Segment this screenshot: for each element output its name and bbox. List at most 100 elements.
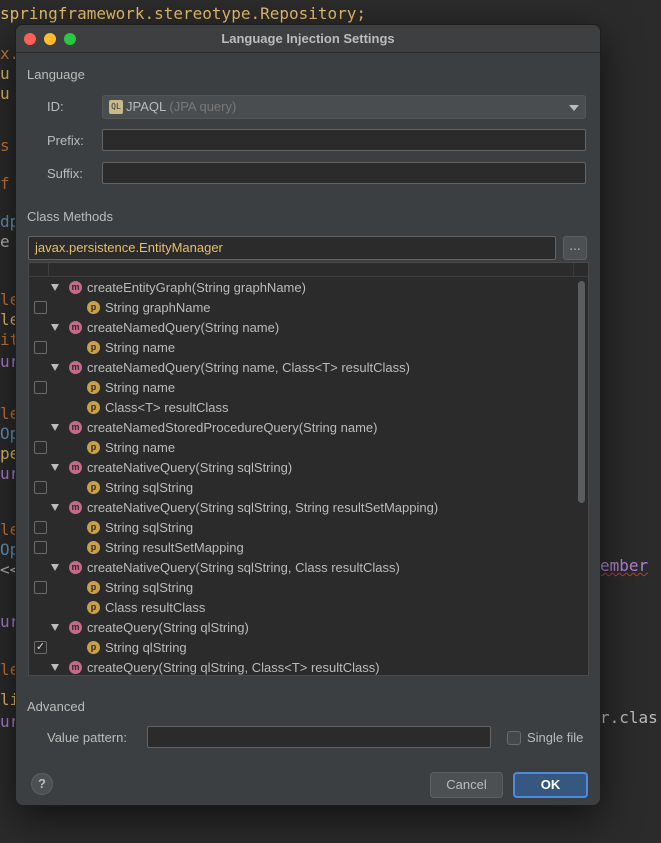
parameter-icon: p — [87, 641, 100, 654]
method-icon: m — [69, 661, 82, 674]
tree-param-row[interactable]: p Class<T> resultClass — [29, 398, 574, 418]
parameter-icon: p — [87, 601, 100, 614]
parameter-icon: p — [87, 341, 100, 354]
advanced-section-label: Advanced — [27, 699, 85, 714]
tree-method-row[interactable]: m createQuery(String qlString) — [29, 618, 574, 638]
editor-member-fragment: ember — [600, 556, 649, 575]
parameter-name: String resultSetMapping — [105, 540, 244, 555]
jpa-icon: QL — [109, 100, 123, 114]
parameter-name: String name — [105, 340, 176, 355]
prefix-field[interactable] — [102, 129, 586, 151]
parameter-name: Class resultClass — [105, 600, 206, 615]
method-signature: createQuery(String qlString) — [87, 620, 249, 635]
editor-gutter-fragment: s — [0, 136, 10, 155]
class-methods-section-label: Class Methods — [27, 209, 113, 224]
parameter-checkbox[interactable] — [34, 301, 47, 314]
value-pattern-label: Value pattern: — [47, 730, 127, 745]
single-file-checkbox[interactable] — [507, 731, 521, 745]
help-button[interactable]: ? — [31, 773, 53, 795]
language-id-select[interactable]: QL JPAQL (JPA query) — [102, 95, 586, 119]
tree-method-row[interactable]: m createNamedQuery(String name) — [29, 318, 574, 338]
tree-param-row[interactable]: p String sqlString — [29, 478, 574, 498]
tree-param-row[interactable]: p String name — [29, 438, 574, 458]
expand-triangle-icon[interactable] — [51, 464, 59, 471]
tree-method-row[interactable]: m createNamedStoredProcedureQuery(String … — [29, 418, 574, 438]
suffix-field[interactable] — [102, 162, 586, 184]
tree-method-row[interactable]: m createNativeQuery(String sqlString) — [29, 458, 574, 478]
tree-scrollbar[interactable] — [578, 281, 585, 503]
tree-param-row[interactable]: p String resultSetMapping — [29, 538, 574, 558]
expand-triangle-icon[interactable] — [51, 664, 59, 671]
expand-triangle-icon[interactable] — [51, 424, 59, 431]
editor-gutter-fragment: f — [0, 174, 10, 193]
expand-triangle-icon[interactable] — [51, 364, 59, 371]
tree-param-row[interactable]: p String sqlString — [29, 578, 574, 598]
parameter-icon: p — [87, 581, 100, 594]
tree-header — [29, 263, 588, 277]
parameter-name: String sqlString — [105, 520, 194, 535]
parameter-icon: p — [87, 401, 100, 414]
suffix-label: Suffix: — [47, 166, 83, 181]
value-pattern-field[interactable] — [147, 726, 491, 748]
method-signature: createNativeQuery(String sqlString, Clas… — [87, 560, 400, 575]
browse-class-button[interactable]: ... — [563, 236, 587, 260]
parameter-checkbox[interactable] — [34, 481, 47, 494]
parameter-name: Class<T> resultClass — [105, 400, 229, 415]
parameter-checkbox[interactable] — [34, 581, 47, 594]
tree-param-row[interactable]: ✓ p String qlString — [29, 638, 574, 658]
parameter-name: String sqlString — [105, 580, 194, 595]
tree-method-row[interactable]: m createNativeQuery(String sqlString, Cla… — [29, 558, 574, 578]
method-signature: createNamedQuery(String name) — [87, 320, 280, 335]
editor-class-fragment: r.clas — [600, 708, 658, 727]
method-tree[interactable]: m createEntityGraph(String graphName) p Str… — [28, 262, 589, 676]
expand-triangle-icon[interactable] — [51, 624, 59, 631]
tree-method-row[interactable]: m createNamedQuery(String name, Class<T> … — [29, 358, 574, 378]
tree-method-row[interactable]: m createNativeQuery(String sqlString, Str… — [29, 498, 574, 518]
parameter-name: String qlString — [105, 640, 187, 655]
method-icon: m — [69, 501, 82, 514]
parameter-checkbox[interactable] — [34, 381, 47, 394]
parameter-icon: p — [87, 441, 100, 454]
language-injection-dialog: Language Injection Settings Language ID:… — [15, 24, 601, 806]
ok-button[interactable]: OK — [513, 772, 588, 798]
method-icon: m — [69, 321, 82, 334]
parameter-icon: p — [87, 381, 100, 394]
expand-triangle-icon[interactable] — [51, 324, 59, 331]
language-id-value: JPAQL (JPA query) — [126, 99, 237, 114]
id-label: ID: — [47, 99, 64, 114]
parameter-name: String name — [105, 440, 176, 455]
method-signature: createEntityGraph(String graphName) — [87, 280, 306, 295]
cancel-button[interactable]: Cancel — [430, 772, 503, 798]
class-name-field[interactable]: javax.persistence.EntityManager — [28, 236, 556, 260]
chevron-down-icon — [569, 105, 579, 111]
parameter-checkbox[interactable] — [34, 541, 47, 554]
method-signature: createNamedStoredProcedureQuery(String n… — [87, 420, 378, 435]
editor-import-line: springframework.stereotype.Repository; — [0, 4, 367, 23]
parameter-icon: p — [87, 301, 100, 314]
parameter-icon: p — [87, 521, 100, 534]
tree-param-row[interactable]: p String name — [29, 338, 574, 358]
method-signature: createNativeQuery(String sqlString, Stri… — [87, 500, 439, 515]
method-signature: createNamedQuery(String name, Class<T> r… — [87, 360, 410, 375]
method-icon: m — [69, 461, 82, 474]
expand-triangle-icon[interactable] — [51, 504, 59, 511]
parameter-checkbox[interactable]: ✓ — [34, 641, 47, 654]
tree-method-row[interactable]: m createEntityGraph(String graphName) — [29, 278, 574, 298]
method-signature: createNativeQuery(String sqlString) — [87, 460, 293, 475]
method-signature: createQuery(String qlString, Class<T> re… — [87, 660, 380, 675]
expand-triangle-icon[interactable] — [51, 564, 59, 571]
expand-triangle-icon[interactable] — [51, 284, 59, 291]
method-icon: m — [69, 281, 82, 294]
title-bar: Language Injection Settings — [16, 25, 600, 53]
parameter-icon: p — [87, 481, 100, 494]
tree-method-row[interactable]: m createQuery(String qlString, Class<T> r… — [29, 658, 574, 675]
parameter-checkbox[interactable] — [34, 521, 47, 534]
tree-param-row[interactable]: p String name — [29, 378, 574, 398]
parameter-checkbox[interactable] — [34, 341, 47, 354]
dialog-title: Language Injection Settings — [221, 31, 395, 46]
editor-gutter-fragment: e — [0, 232, 10, 251]
tree-param-row[interactable]: p Class resultClass — [29, 598, 574, 618]
tree-param-row[interactable]: p String graphName — [29, 298, 574, 318]
parameter-checkbox[interactable] — [34, 441, 47, 454]
tree-param-row[interactable]: p String sqlString — [29, 518, 574, 538]
